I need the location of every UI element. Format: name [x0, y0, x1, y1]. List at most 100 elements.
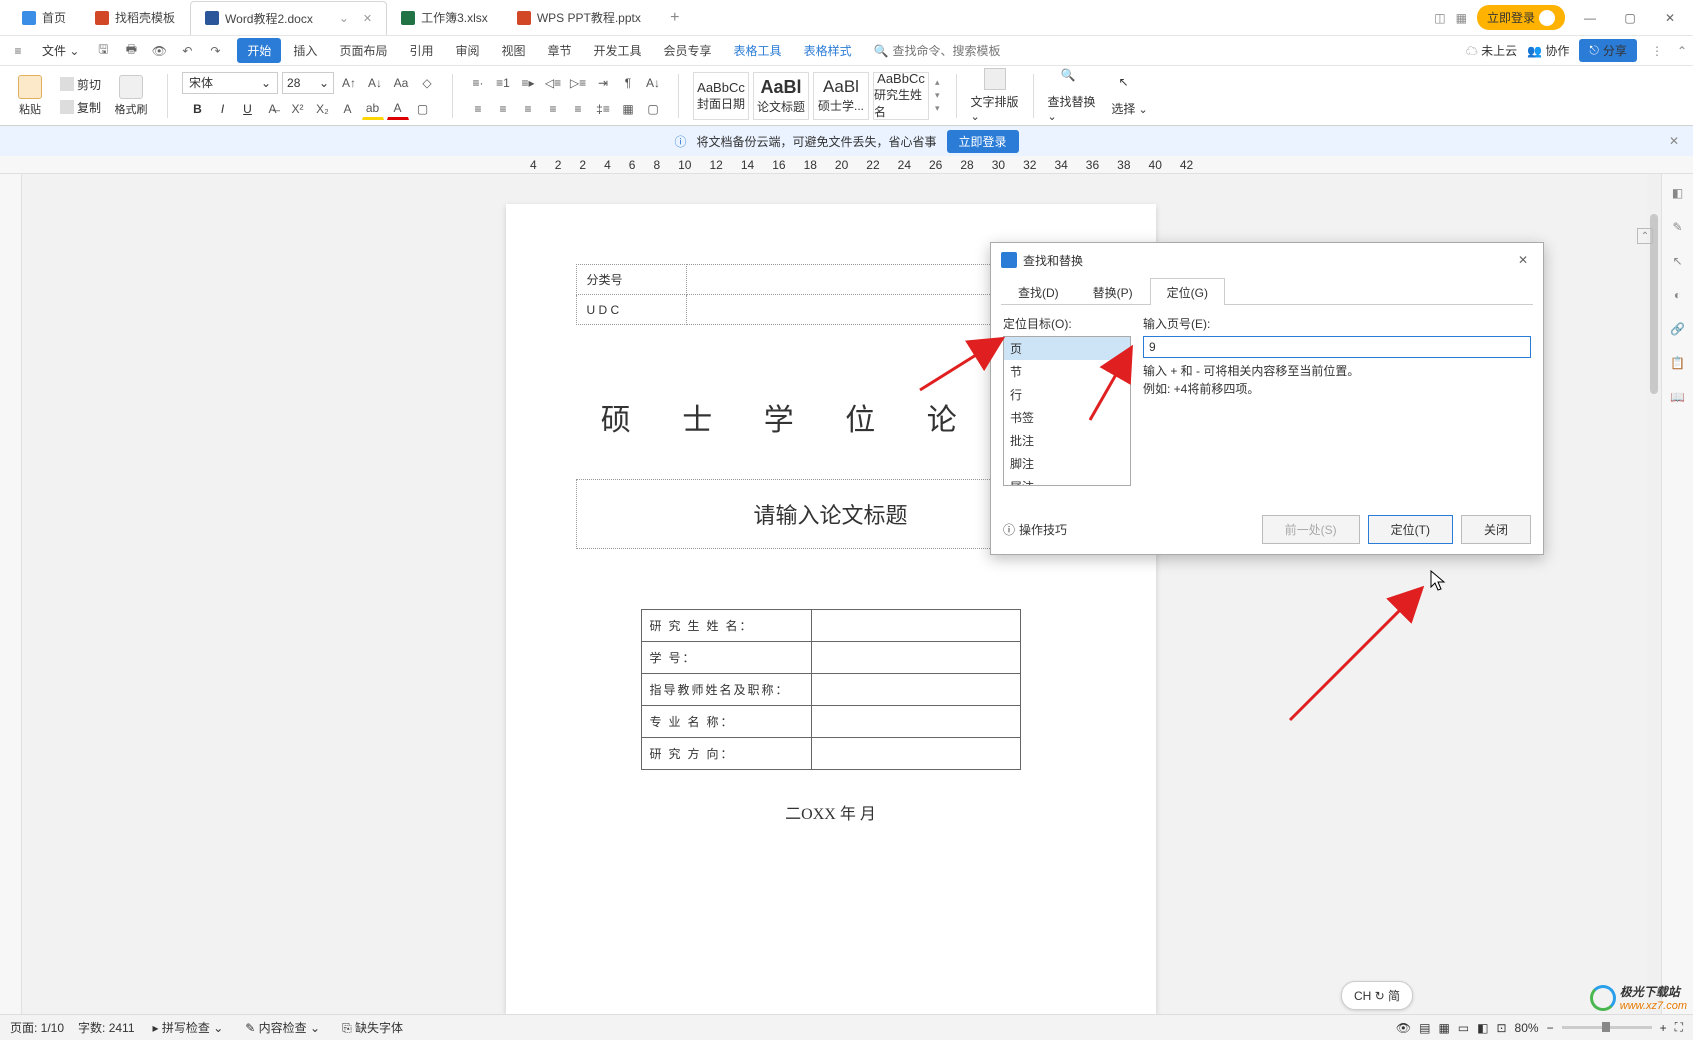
cut-button[interactable]: 剪切 — [56, 74, 105, 95]
align-center-button[interactable]: ≡ — [492, 98, 514, 120]
nav-up-button[interactable]: ⌃ — [1637, 228, 1653, 244]
apps-icon[interactable]: ▦ — [1456, 11, 1467, 25]
missing-font-button[interactable]: ⎘ 缺失字体 — [338, 1017, 407, 1038]
sidebar-clipboard-icon[interactable]: 📋 — [1669, 354, 1687, 372]
distribute-button[interactable]: ≡ — [567, 98, 589, 120]
tab-member[interactable]: 会员专享 — [654, 38, 722, 63]
login-button[interactable]: 立即登录 — [1477, 5, 1565, 30]
tab-insert[interactable]: 插入 — [283, 38, 327, 63]
table-cell[interactable] — [811, 674, 1020, 706]
word-count[interactable]: 字数: 2411 — [78, 1019, 134, 1036]
style-gallery[interactable]: AaBbCc封面日期 AaBl论文标题 AaBl硕士学... AaBbCc研究生… — [693, 72, 942, 120]
dialog-close-button[interactable]: ✕ — [1513, 250, 1533, 270]
table-cell[interactable]: 分类号 — [576, 265, 686, 295]
maximize-button[interactable]: ▢ — [1615, 3, 1645, 33]
paste-button[interactable]: 粘贴 — [8, 70, 52, 122]
print-layout-icon[interactable]: ▤ — [1419, 1021, 1430, 1035]
size-select[interactable]: 28⌄ — [282, 72, 334, 94]
decrease-font-button[interactable]: A↓ — [364, 72, 386, 94]
border-button[interactable]: ▢ — [642, 98, 664, 120]
tab-chapter[interactable]: 章节 — [538, 38, 582, 63]
search-box[interactable]: 🔍 — [874, 44, 1023, 58]
sort-button[interactable]: A↓ — [642, 72, 664, 94]
font-select[interactable]: 宋体⌄ — [182, 72, 278, 94]
copy-button[interactable]: 复制 — [56, 97, 105, 118]
banner-close-icon[interactable]: ✕ — [1669, 134, 1679, 148]
style-more-icon[interactable]: ▾ — [935, 103, 940, 114]
tab-word-doc[interactable]: Word教程2.docx⌄✕ — [190, 1, 387, 35]
shading-button[interactable]: ▦ — [617, 98, 639, 120]
align-left-button[interactable]: ≡ — [467, 98, 489, 120]
bullet-list-button[interactable]: ≡· — [467, 72, 489, 94]
table-cell[interactable] — [811, 642, 1020, 674]
tab-tabletools[interactable]: 表格工具 — [724, 38, 792, 63]
close-button[interactable]: 关闭 — [1461, 515, 1531, 544]
table-cell[interactable]: 研 究 生 姓 名： — [641, 610, 811, 642]
tips-link[interactable]: ⓘ操作技巧 — [1003, 521, 1067, 538]
font-effect-button[interactable]: A — [337, 98, 359, 120]
collapse-ribbon-icon[interactable]: ⌃ — [1677, 44, 1687, 58]
increase-indent-button[interactable]: ▷≡ — [567, 72, 589, 94]
table-cell[interactable]: 专 业 名 称： — [641, 706, 811, 738]
tab-menu-icon[interactable]: ⌄ — [339, 11, 349, 25]
select-button[interactable]: ↖选择 ⌄ — [1106, 75, 1154, 117]
change-case-button[interactable]: Aa — [390, 72, 412, 94]
highlight-button[interactable]: ab — [362, 98, 384, 120]
table-cell[interactable]: 研 究 方 向： — [641, 738, 811, 770]
zoom-slider[interactable] — [1562, 1026, 1652, 1029]
tab-ppt[interactable]: WPS PPT教程.pptx — [503, 1, 656, 35]
goto-button[interactable]: 定位(T) — [1368, 515, 1453, 544]
spellcheck-button[interactable]: ▸ 拼写检查 ⌄ — [149, 1017, 228, 1038]
tab-pagelayout[interactable]: 页面布局 — [329, 38, 397, 63]
zoom-value[interactable]: 80% — [1515, 1021, 1539, 1035]
slider-thumb[interactable] — [1602, 1022, 1610, 1032]
menu-icon[interactable]: ≡ — [6, 39, 30, 63]
showmarks-button[interactable]: ¶ — [617, 72, 639, 94]
search-input[interactable] — [893, 44, 1023, 58]
content-check-button[interactable]: ✎ 内容检查 ⌄ — [241, 1017, 324, 1038]
list-item[interactable]: 脚注 — [1004, 452, 1130, 475]
sidebar-shape-icon[interactable]: ◐ — [1669, 286, 1687, 304]
tab-home[interactable]: 首页 — [8, 1, 81, 35]
table-cell[interactable] — [811, 610, 1020, 642]
horizontal-ruler[interactable]: 4224681012141618202224262830323436384042 — [0, 156, 1693, 174]
number-list-button[interactable]: ≡1 — [492, 72, 514, 94]
style-down-icon[interactable]: ▾ — [935, 90, 940, 101]
subscript-button[interactable]: X₂ — [312, 98, 334, 120]
decrease-indent-button[interactable]: ◁≡ — [542, 72, 564, 94]
tab-start[interactable]: 开始 — [237, 38, 281, 63]
line-spacing-button[interactable]: ‡≡ — [592, 98, 614, 120]
bold-button[interactable]: B — [187, 98, 209, 120]
redo-icon[interactable]: ↷ — [203, 39, 227, 63]
info-table[interactable]: 研 究 生 姓 名： 学 号： 指导教师姓名及职称： 专 业 名 称： 研 究 … — [641, 609, 1021, 770]
ime-indicator[interactable]: CH ↻ 简 — [1341, 981, 1413, 1010]
vertical-scrollbar[interactable] — [1647, 174, 1661, 1014]
list-item[interactable]: 尾注 — [1004, 475, 1130, 486]
sidebar-book-icon[interactable]: 📖 — [1669, 388, 1687, 406]
list-item[interactable]: 节 — [1004, 360, 1130, 383]
tab-goto[interactable]: 定位(G) — [1150, 278, 1225, 305]
collab-button[interactable]: 👥 协作 — [1527, 42, 1569, 59]
tab-excel[interactable]: 工作簿3.xlsx — [387, 1, 503, 35]
list-item[interactable]: 书签 — [1004, 406, 1130, 429]
table-cell[interactable]: 指导教师姓名及职称： — [641, 674, 811, 706]
style-item[interactable]: AaBbCc封面日期 — [693, 72, 749, 120]
page-input[interactable] — [1143, 336, 1531, 358]
page-indicator[interactable]: 页面: 1/10 — [10, 1019, 64, 1036]
tab-review[interactable]: 审阅 — [445, 38, 489, 63]
tab-template[interactable]: 找稻壳模板 — [81, 1, 190, 35]
close-icon[interactable]: ✕ — [363, 12, 372, 25]
tab-replace[interactable]: 替换(P) — [1076, 278, 1150, 305]
tab-button[interactable]: ⇥ — [592, 72, 614, 94]
sidebar-link-icon[interactable]: 🔗 — [1669, 320, 1687, 338]
layout-icon[interactable]: ◫ — [1434, 11, 1445, 25]
style-item[interactable]: AaBbCc研究生姓名 — [873, 72, 929, 120]
fit-page-icon[interactable]: ⛶ — [1675, 1020, 1683, 1035]
find-replace-button[interactable]: 🔍查找替换 ⌄ — [1048, 68, 1096, 123]
italic-button[interactable]: I — [212, 98, 234, 120]
tab-find[interactable]: 查找(D) — [1001, 278, 1076, 305]
zoom-out-button[interactable]: − — [1547, 1021, 1554, 1035]
sidebar-collapse-icon[interactable]: ◧ — [1669, 184, 1687, 202]
justify-button[interactable]: ≡ — [542, 98, 564, 120]
clear-format-button[interactable]: ◇ — [416, 72, 438, 94]
